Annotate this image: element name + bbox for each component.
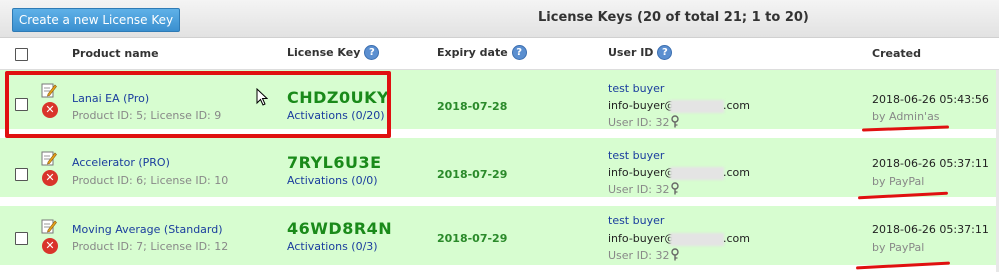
column-license-key[interactable]: License Key? [287,45,380,60]
user-id: User ID: 32 [608,249,670,262]
key-icon[interactable] [670,115,680,128]
redacted-email [670,233,724,246]
column-expiry-date[interactable]: Expiry date? [437,45,527,60]
key-icon[interactable] [670,248,680,261]
created-date: 2018-06-26 05:37:11 [872,223,989,236]
column-user-id-label: User ID [608,46,654,59]
delete-icon[interactable]: ✕ [42,238,58,254]
column-created-label: Created [872,47,921,60]
help-icon[interactable]: ? [657,45,673,60]
user-email-suffix: .com [723,166,750,179]
edit-icon[interactable] [41,150,57,166]
column-product-name[interactable]: Product name [72,47,159,60]
user-id: User ID: 32 [608,116,670,129]
expiry-date: 2018-07-29 [437,168,508,181]
column-expiry-label: Expiry date [437,46,508,59]
activations-link[interactable]: Activations (0/3) [287,240,378,253]
license-key-value: 46WD8R4N [287,219,393,238]
help-icon[interactable]: ? [511,45,527,60]
created-date: 2018-06-26 05:43:56 [872,93,989,106]
table-row: ✕ Moving Average (Standard) Product ID: … [0,206,999,266]
created-date: 2018-06-26 05:37:11 [872,157,989,170]
user-email-suffix: .com [723,99,750,112]
mouse-cursor-icon [256,88,268,106]
user-email: info-buyer@ [608,232,676,245]
redacted-email [670,100,724,113]
user-email-suffix: .com [723,232,750,245]
product-meta: Product ID: 6; License ID: 10 [72,174,229,187]
license-key-value: 7RYL6U3E [287,153,382,172]
edit-icon[interactable] [41,218,57,234]
row-checkbox[interactable] [15,232,28,245]
activations-link[interactable]: Activations (0/0) [287,174,378,187]
product-meta: Product ID: 7; License ID: 12 [72,240,229,253]
table-header: Product name License Key? Expiry date? U… [0,38,999,70]
expiry-date: 2018-07-28 [437,100,508,113]
table-row: ✕ Accelerator (PRO) Product ID: 6; Licen… [0,138,999,198]
create-license-key-button[interactable]: Create a new License Key [12,8,180,32]
page-title: License Keys (20 of total 21; 1 to 20) [538,10,809,25]
expiry-date: 2018-07-29 [437,232,508,245]
column-product-label: Product name [72,47,159,60]
user-email: info-buyer@ [608,99,676,112]
column-user-id[interactable]: User ID? [608,45,673,60]
redacted-email [670,167,724,180]
highlight-box-annotation [5,71,391,138]
user-name-link[interactable]: test buyer [608,214,664,227]
select-all-checkbox[interactable] [15,48,28,61]
key-icon[interactable] [670,182,680,195]
row-checkbox[interactable] [15,168,28,181]
product-name-link[interactable]: Accelerator (PRO) [72,156,170,169]
user-id: User ID: 32 [608,183,670,196]
user-name-link[interactable]: test buyer [608,149,664,162]
created-by: by PayPal [872,175,925,188]
toolbar: Create a new License Key License Keys (2… [0,0,999,38]
column-license-key-label: License Key [287,46,361,59]
delete-icon[interactable]: ✕ [42,170,58,186]
user-name-link[interactable]: test buyer [608,82,664,95]
help-icon[interactable]: ? [364,45,380,60]
product-name-link[interactable]: Moving Average (Standard) [72,223,223,236]
column-created[interactable]: Created [872,47,921,60]
user-email: info-buyer@ [608,166,676,179]
created-by: by Admin'as [872,110,940,123]
created-by: by PayPal [872,241,925,254]
